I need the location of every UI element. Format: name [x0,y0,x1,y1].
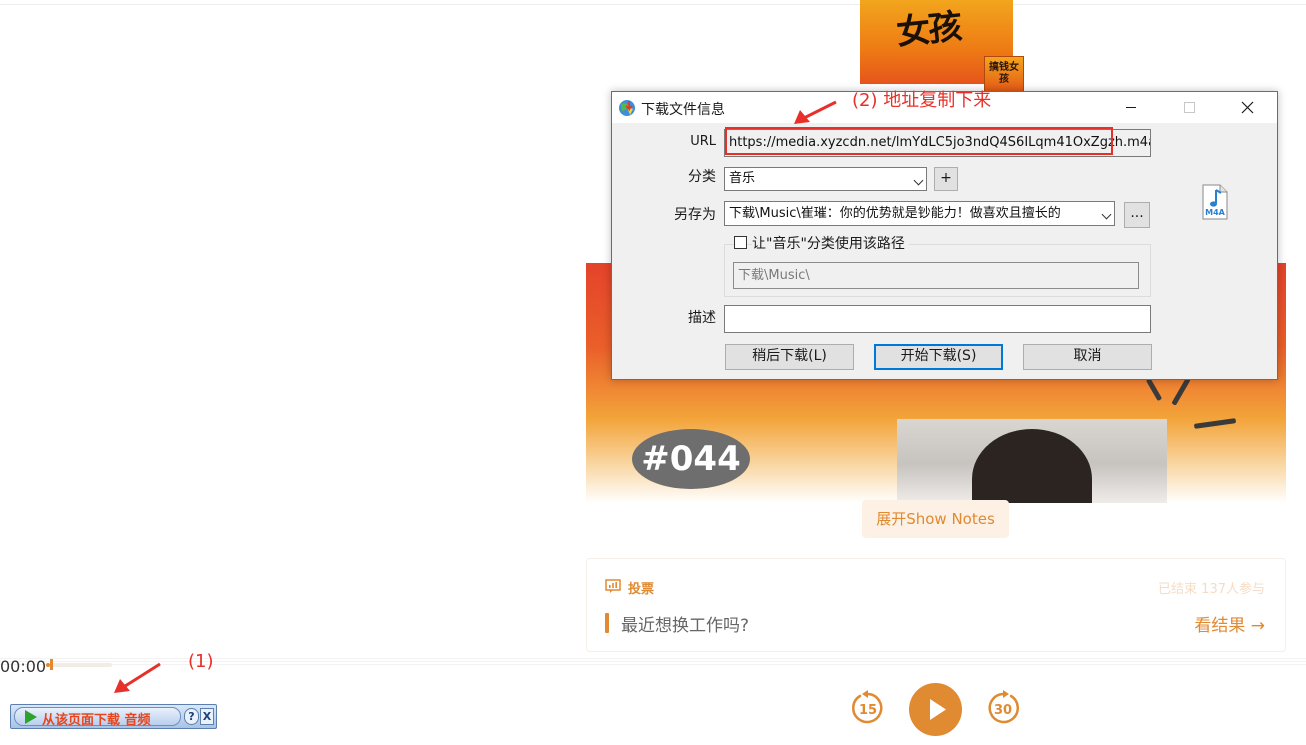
idm-globe-icon [619,100,635,116]
annotation-step-2: (2) 地址复制下来 [852,90,992,111]
dialog-title: 下载文件信息 [641,102,725,118]
annotation-step-1: (1) [188,651,214,672]
category-label: 分类 [688,169,716,185]
idm-download-audio-button[interactable]: 从该页面下载 音频 [14,707,181,728]
poll-label: 投票 [628,582,655,597]
url-field[interactable]: https://media.xyzcdn.net/lmYdLC5jo3ndQ4S… [724,129,1151,157]
progress-handle[interactable] [50,659,53,670]
description-label: 描述 [688,310,716,326]
description-input[interactable] [724,305,1151,333]
poll-question-marker [605,613,609,633]
rewind-15-icon[interactable]: 15 [850,690,886,726]
poll-chart-icon [605,579,621,593]
save-as-label: 另存为 [674,207,716,223]
download-file-info-dialog: 下载文件信息 URL https://media.xyzcdn.net/lmYd… [611,91,1278,380]
poll-question: 最近想换工作吗? [621,616,750,636]
minimize-icon [1126,107,1136,108]
download-later-button[interactable]: 稍后下载(L) [725,344,854,370]
forward-label: 30 [994,703,1012,718]
default-path-field: 下载\Music\ [733,262,1139,289]
category-select[interactable]: 音乐 [724,167,927,191]
minimize-button[interactable] [1102,92,1160,123]
episode-number-badge: #044 [632,429,750,489]
idm-help-button[interactable]: ? [184,708,199,725]
playback-time: 00:00 [0,657,47,676]
add-category-button[interactable]: + [934,167,958,191]
close-icon [1241,101,1254,114]
annotation-arrow-1-icon [114,662,161,693]
chevron-down-icon [913,175,924,186]
m4a-file-icon: M4A [1200,184,1230,220]
poll-status-text: 已结束 137人参与 [1158,582,1265,597]
use-path-checkbox-label: 让"音乐"分类使用该路径 [752,233,909,253]
banner-decor-ray [1145,377,1163,402]
use-path-checkbox[interactable] [734,236,747,249]
maximize-button [1160,92,1218,123]
page-top-divider [0,4,1306,5]
category-value: 音乐 [729,171,756,186]
annotation-arrow-2-icon [794,100,837,124]
banner-decor-ray [1171,377,1191,406]
close-button[interactable] [1218,92,1276,123]
forward-30-icon[interactable]: 30 [985,690,1021,726]
save-as-path: 下载\Music\崔璀：你的优势就是钞能力！做喜欢且擅长的 [729,206,1061,221]
chevron-down-icon [1101,209,1112,220]
file-type-label: M4A [1205,208,1225,217]
play-icon [930,699,946,720]
poll-card: 投票 已结束 137人参与 最近想换工作吗? 看结果 → [586,558,1286,652]
idm-download-panel: 从该页面下载 音频 ? X [10,704,217,729]
idm-close-button[interactable]: X [200,708,214,725]
cover-title: 女孩 [894,6,963,54]
view-results-link[interactable]: 看结果 → [1194,611,1265,636]
browse-button[interactable]: ... [1124,202,1150,228]
cancel-button[interactable]: 取消 [1023,344,1152,370]
progress-slider[interactable] [46,659,112,670]
maximize-icon [1184,102,1195,113]
rewind-label: 15 [859,703,877,718]
save-as-select[interactable]: 下载\Music\崔璀：你的优势就是钞能力！做喜欢且擅长的 [724,201,1115,226]
url-label: URL [690,134,716,149]
play-arrow-icon [25,710,37,724]
play-button[interactable] [909,683,962,736]
banner-decor-ray [1193,418,1237,429]
start-download-button[interactable]: 开始下载(S) [874,344,1003,370]
idm-download-label: 从该页面下载 音频 [42,713,151,728]
expand-show-notes-button[interactable]: 展开Show Notes [862,500,1009,538]
